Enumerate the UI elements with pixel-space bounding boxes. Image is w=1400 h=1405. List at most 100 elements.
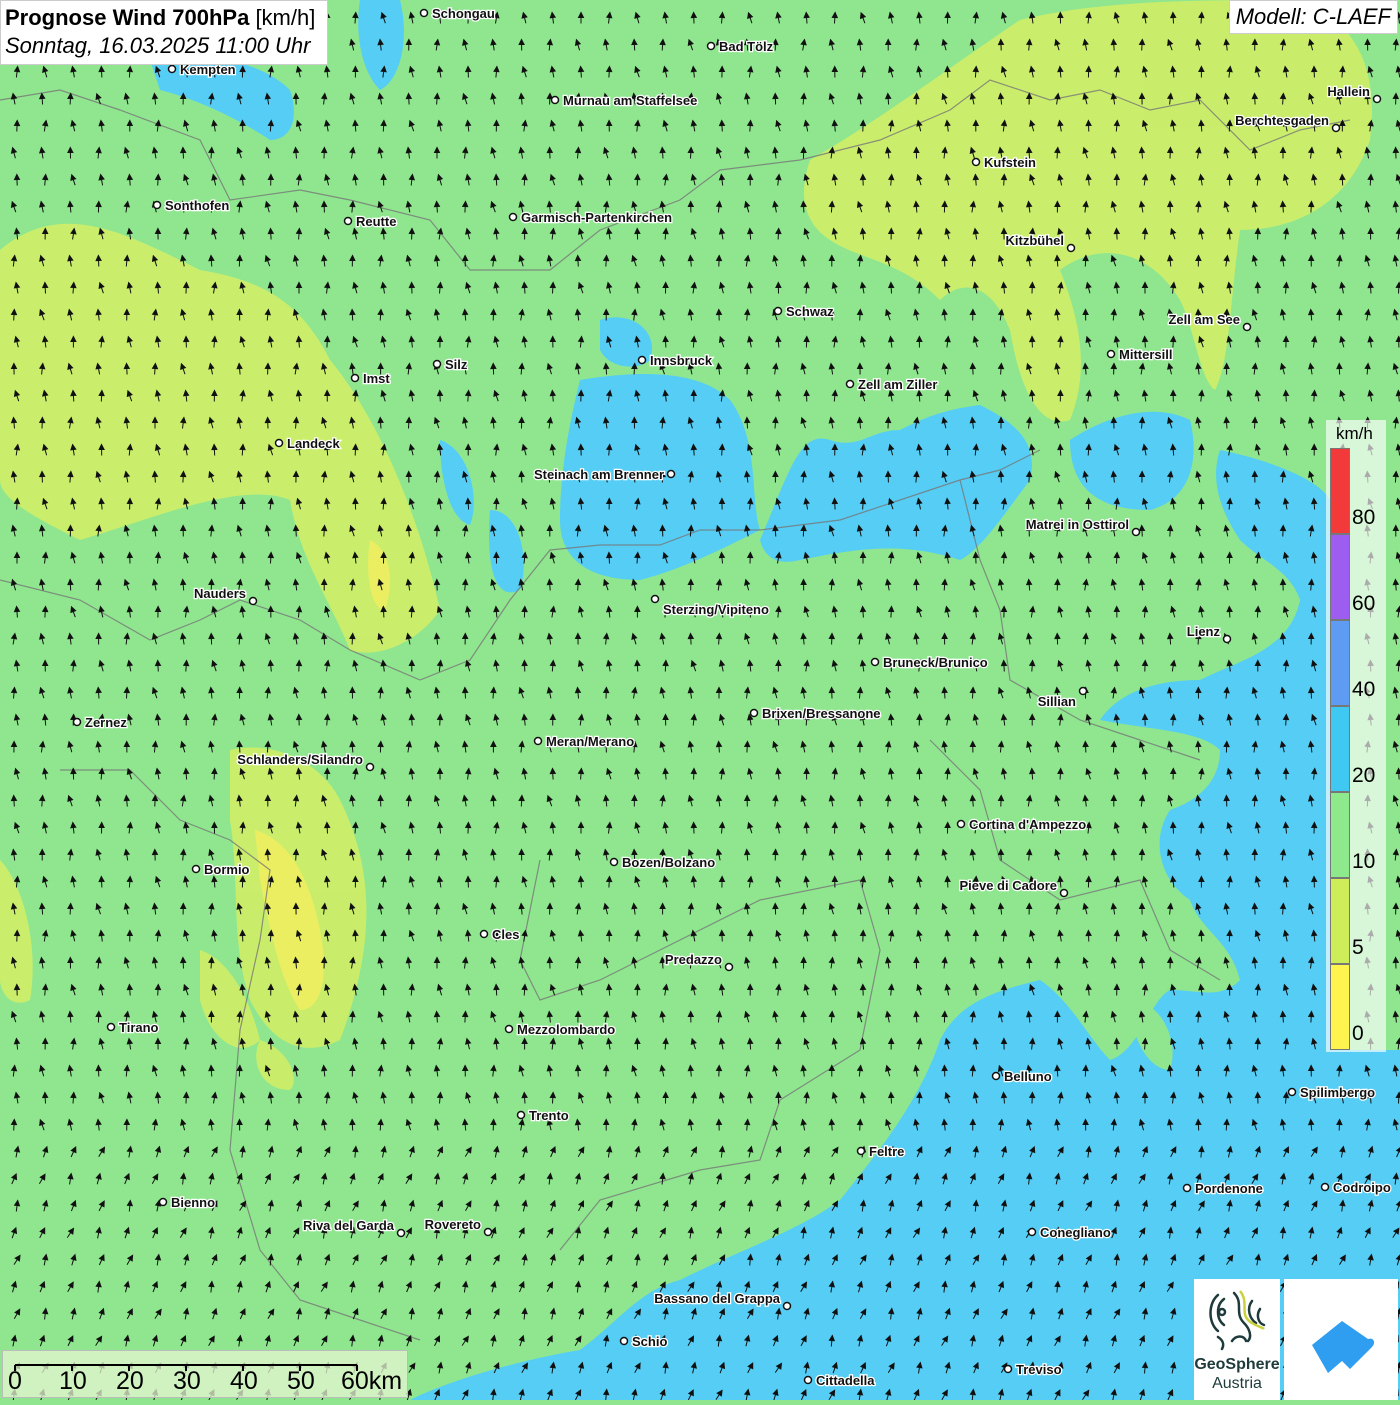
legend-label: 80 — [1352, 506, 1375, 530]
city-label: Bienno — [171, 1195, 215, 1210]
city-label: Predazzo — [665, 952, 722, 967]
city-label: Nauders — [194, 586, 246, 601]
city-dot-icon — [1029, 1229, 1036, 1236]
scale-label: 60km — [341, 1367, 402, 1396]
city-label: Sillian — [1038, 694, 1076, 709]
city-label: Pordenone — [1195, 1181, 1263, 1196]
city-label: Murnau am Staffelsee — [563, 93, 697, 108]
city-dot-icon — [1289, 1089, 1296, 1096]
city-dot-icon — [1333, 125, 1340, 132]
city-dot-icon — [1133, 529, 1140, 536]
city-dot-icon — [160, 1199, 167, 1206]
wind-map[interactable]: SchongauBad TölzKemptenMurnau am Staffel… — [0, 0, 1400, 1400]
city-dot-icon — [1005, 1366, 1012, 1373]
city-marker: Bruneck/Brunico — [872, 655, 988, 670]
city-dot-icon — [652, 596, 659, 603]
city-dot-icon — [1068, 245, 1075, 252]
city-label: Cittadella — [816, 1373, 875, 1388]
city-dot-icon — [345, 218, 352, 225]
city-label: Kufstein — [984, 155, 1036, 170]
city-marker: Murnau am Staffelsee — [552, 93, 698, 108]
city-label: Sterzing/Vipiteno — [663, 602, 769, 617]
legend-label: 10 — [1352, 850, 1375, 874]
city-label: Meran/Merano — [546, 734, 634, 749]
city-label: Conegliano — [1040, 1225, 1111, 1240]
city-dot-icon — [1244, 324, 1251, 331]
city-dot-icon — [1080, 688, 1087, 695]
geosphere-country: Austria — [1194, 1375, 1280, 1393]
city-label: Schio — [632, 1334, 667, 1349]
city-dot-icon — [639, 357, 646, 364]
app-logo[interactable] — [1284, 1279, 1398, 1400]
city-marker: Mezzolombardo — [506, 1022, 616, 1037]
city-dot-icon — [154, 202, 161, 209]
city-dot-icon — [784, 1303, 791, 1310]
city-marker: Schongau — [421, 6, 495, 21]
city-marker: Conegliano — [1029, 1225, 1111, 1240]
city-marker: Steinach am Brenner — [534, 467, 675, 482]
geosphere-logo[interactable]: GeoSphere Austria — [1194, 1279, 1280, 1400]
legend-label: 5 — [1352, 936, 1364, 960]
city-marker: Brixen/Bressanone — [751, 706, 881, 721]
city-marker: Cittadella — [805, 1373, 876, 1388]
scale-label: 10 — [59, 1367, 87, 1396]
map-unit: [km/h] — [255, 5, 315, 30]
legend-bin — [1330, 620, 1350, 706]
city-label: Mittersill — [1119, 347, 1172, 362]
city-label: Reutte — [356, 214, 396, 229]
city-dot-icon — [858, 1148, 865, 1155]
city-label: Berchtesgaden — [1235, 113, 1329, 128]
city-marker: Meran/Merano — [535, 734, 635, 749]
city-label: Garmisch-Partenkirchen — [521, 210, 672, 225]
city-dot-icon — [1061, 890, 1068, 897]
legend-label: 20 — [1352, 764, 1375, 788]
city-dot-icon — [108, 1024, 115, 1031]
city-label: Riva del Garda — [303, 1218, 395, 1233]
city-dot-icon — [398, 1230, 405, 1237]
city-dot-icon — [847, 381, 854, 388]
scale-label: 0 — [8, 1367, 22, 1396]
city-marker: Innsbruck — [639, 353, 713, 368]
city-dot-icon — [1322, 1184, 1329, 1191]
city-label: Pieve di Cadore — [959, 878, 1057, 893]
city-dot-icon — [973, 159, 980, 166]
city-label: Schongau — [432, 6, 495, 21]
city-dot-icon — [169, 66, 176, 73]
city-label: Sonthofen — [165, 198, 229, 213]
city-label: Hallein — [1327, 84, 1370, 99]
city-dot-icon — [726, 964, 733, 971]
city-dot-icon — [611, 859, 618, 866]
legend-label: 40 — [1352, 678, 1375, 702]
legend-bin — [1330, 706, 1350, 792]
city-label: Brixen/Bressanone — [762, 706, 881, 721]
city-label: Codroipo — [1333, 1180, 1391, 1195]
city-label: Tirano — [119, 1020, 159, 1035]
city-dot-icon — [1224, 636, 1231, 643]
city-marker: Pordenone — [1184, 1181, 1263, 1196]
city-label: Matrei in Osttirol — [1026, 517, 1129, 532]
city-label: Treviso — [1016, 1362, 1062, 1377]
city-dot-icon — [668, 471, 675, 478]
city-marker: Cortina d'Ampezzo — [958, 817, 1087, 832]
weather-app-icon — [1284, 1279, 1398, 1400]
city-label: Silz — [445, 357, 468, 372]
city-dot-icon — [993, 1073, 1000, 1080]
city-dot-icon — [958, 821, 965, 828]
legend-bin — [1330, 448, 1350, 534]
city-label: Zernez — [85, 715, 127, 730]
city-dot-icon — [872, 659, 879, 666]
city-label: Cles — [492, 927, 519, 942]
city-label: Feltre — [869, 1144, 904, 1159]
city-marker: Sonthofen — [154, 198, 230, 213]
legend-bin — [1330, 792, 1350, 878]
city-dot-icon — [535, 738, 542, 745]
legend-bin — [1330, 964, 1350, 1050]
scale-label: 50 — [287, 1367, 315, 1396]
city-dot-icon — [751, 710, 758, 717]
legend-label: 0 — [1352, 1022, 1364, 1046]
city-dot-icon — [1374, 96, 1381, 103]
title-box: Prognose Wind 700hPa [km/h] Sonntag, 16.… — [0, 0, 328, 65]
city-dot-icon — [621, 1338, 628, 1345]
forecast-datetime: Sonntag, 16.03.2025 11:00 Uhr — [5, 32, 315, 60]
scale-label: 40 — [230, 1367, 258, 1396]
